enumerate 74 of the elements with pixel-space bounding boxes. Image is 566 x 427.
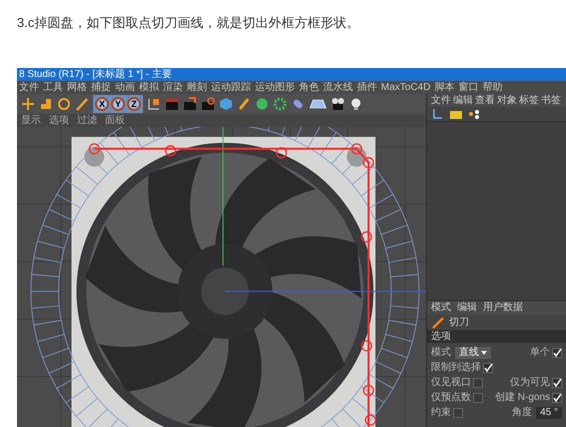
instruction-text: 3.c掉圆盘，如下图取点切刀画线，就是切出外框方框形状。 — [17, 14, 360, 32]
camera-icon[interactable] — [331, 97, 345, 111]
sphere-icon[interactable] — [255, 97, 269, 111]
attribute-tab[interactable]: 模式 — [431, 302, 451, 314]
pen-icon[interactable] — [237, 97, 251, 111]
checkbox[interactable] — [473, 393, 483, 403]
field-label: 单个 — [530, 347, 550, 359]
mode-dropdown[interactable]: 直线 — [455, 347, 491, 359]
checkbox[interactable] — [483, 363, 493, 373]
field-label: 创建 N-gons — [494, 392, 550, 404]
clapperboard-icon[interactable] — [201, 97, 215, 111]
field-label: 仅预点数 — [431, 392, 471, 404]
section-title: 选项 — [431, 330, 451, 342]
field-label: 限制到选择 — [431, 362, 481, 374]
menu-item[interactable]: 窗口 — [458, 82, 478, 94]
field-label: 仅见视口 — [431, 377, 471, 389]
field-label: 角度 — [512, 407, 532, 419]
menu-item[interactable]: 插件 — [357, 82, 377, 94]
panel-menu-item[interactable]: 书签 — [541, 94, 561, 106]
panel-menu-item[interactable]: 编辑 — [453, 94, 473, 106]
gear-icon[interactable] — [273, 97, 287, 111]
viewport-menu-item[interactable]: 面板 — [105, 114, 125, 126]
axis-lock-button[interactable]: Z — [127, 97, 141, 111]
menu-item[interactable]: 网格 — [67, 82, 87, 94]
knife-icon[interactable] — [75, 97, 89, 111]
checkbox[interactable] — [552, 378, 562, 388]
panel-menu-item[interactable]: 文件 — [431, 94, 451, 106]
coordinate-axes-icon[interactable] — [147, 97, 161, 111]
viewport-menu-item[interactable]: 显示 — [21, 114, 41, 126]
menu-item[interactable]: 雕刻 — [187, 82, 207, 94]
menu-item[interactable]: 角色 — [299, 82, 319, 94]
checkbox[interactable] — [552, 393, 562, 403]
menu-item[interactable]: 模拟 — [139, 82, 159, 94]
caret-icon — [481, 351, 487, 355]
axis-lock-button[interactable]: X — [95, 97, 109, 111]
checkbox[interactable] — [453, 408, 463, 418]
menu-item[interactable]: 动画 — [115, 82, 135, 94]
axis-lock-button[interactable]: Y — [111, 97, 125, 111]
move-icon[interactable] — [21, 97, 35, 111]
dots-icon[interactable] — [467, 107, 481, 121]
grid-plane-icon[interactable] — [309, 97, 327, 111]
hierarchy-icon[interactable] — [431, 107, 445, 121]
checkbox[interactable] — [552, 348, 562, 358]
cube-icon[interactable] — [219, 97, 233, 111]
clapperboard-icon[interactable] — [165, 97, 179, 111]
angle-field[interactable]: 45 ° — [536, 407, 562, 419]
panel-menu-item[interactable]: 标签 — [519, 94, 539, 106]
knife-icon[interactable] — [431, 316, 445, 330]
field-label: 约束 — [431, 407, 451, 419]
scale-icon[interactable] — [39, 97, 53, 111]
window-title: 8 Studio (R17) - [未标题 1 *] - 主要 — [19, 68, 172, 80]
panel-menu-item[interactable]: 对象 — [497, 94, 517, 106]
menu-item[interactable]: 运动图形 — [255, 82, 295, 94]
menu-item[interactable]: 工具 — [43, 82, 63, 94]
menu-item[interactable]: MaxToC4D — [381, 82, 430, 94]
viewport-menu-item[interactable]: 过滤 — [77, 114, 97, 126]
rotate-icon[interactable] — [57, 97, 71, 111]
field-label: 模式 — [431, 347, 451, 359]
menu-item[interactable]: 脚本 — [434, 82, 454, 94]
menu-item[interactable]: 文件 — [19, 82, 39, 94]
menu-item[interactable]: 帮助 — [482, 82, 502, 94]
menu-item[interactable]: 渲染 — [163, 82, 183, 94]
light-bulb-icon[interactable] — [349, 97, 363, 111]
panel-menu-item[interactable]: 查看 — [475, 94, 495, 106]
menu-item[interactable]: 流水线 — [323, 82, 353, 94]
tool-name: 切刀 — [449, 316, 469, 328]
attribute-tab[interactable]: 用户数据 — [483, 302, 523, 314]
field-label: 仅为可见 — [510, 377, 550, 389]
menu-item[interactable]: 运动跟踪 — [211, 82, 251, 94]
attribute-tab[interactable]: 编辑 — [457, 302, 477, 314]
clapperboard-icon[interactable] — [183, 97, 197, 111]
menu-item[interactable]: 捕捉 — [91, 82, 111, 94]
checkbox[interactable] — [473, 378, 483, 388]
viewport-menu-item[interactable]: 选项 — [49, 114, 69, 126]
